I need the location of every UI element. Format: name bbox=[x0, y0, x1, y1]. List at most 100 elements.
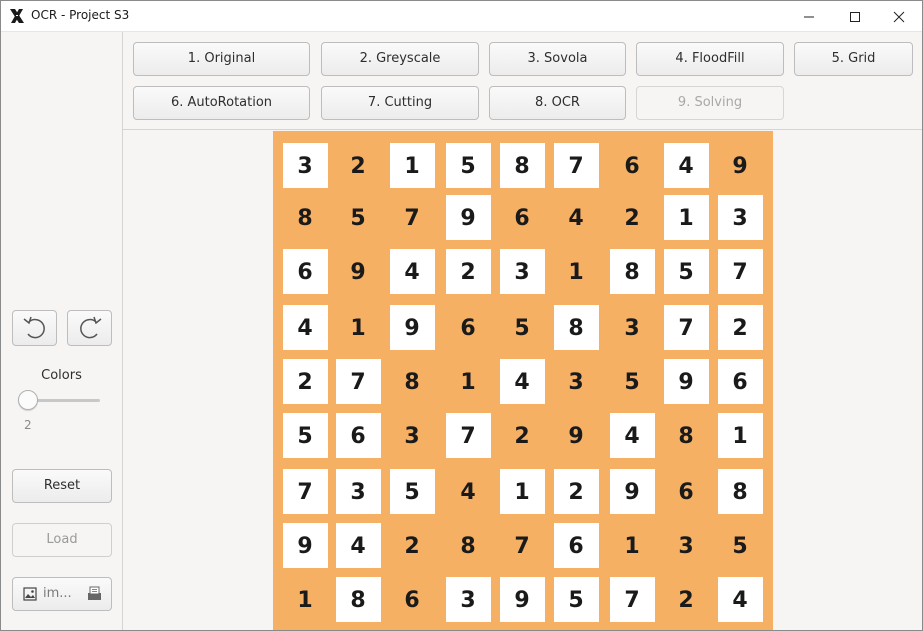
sudoku-digit: 5 bbox=[514, 315, 530, 341]
title-bar: OCR - Project S3 bbox=[1, 1, 922, 32]
sudoku-digit: 9 bbox=[297, 533, 313, 559]
close-icon bbox=[893, 11, 905, 22]
sudoku-cell-r8c8: 3 bbox=[659, 519, 713, 573]
sudoku-cell-r3c8: 5 bbox=[659, 245, 713, 299]
sudoku-digit: 8 bbox=[732, 479, 748, 505]
sudoku-digit: 6 bbox=[297, 259, 313, 285]
step-9-solving-button[interactable]: 9. Solving bbox=[636, 86, 784, 120]
sudoku-cell-r2c8: 1 bbox=[659, 191, 713, 245]
sudoku-digit: 7 bbox=[732, 259, 748, 285]
sudoku-cell-r9c2: 8 bbox=[331, 573, 385, 627]
sudoku-digit: 7 bbox=[624, 587, 640, 613]
sudoku-digit: 3 bbox=[624, 315, 640, 341]
sudoku-digit: 4 bbox=[678, 153, 694, 179]
sudoku-digit: 9 bbox=[350, 259, 366, 285]
reset-button[interactable]: Reset bbox=[12, 469, 112, 503]
sudoku-cell-r5c9: 6 bbox=[713, 355, 767, 409]
sudoku-cell-r7c6: 2 bbox=[549, 465, 603, 519]
sidebar: Colors 2 Reset Load im... bbox=[1, 32, 123, 630]
sudoku-digit: 5 bbox=[297, 423, 313, 449]
sudoku-cell-r8c2: 4 bbox=[331, 519, 385, 573]
sudoku-digit: 5 bbox=[624, 369, 640, 395]
sudoku-cell-r1c6: 7 bbox=[549, 139, 603, 193]
sudoku-digit: 5 bbox=[350, 205, 366, 231]
sudoku-digit: 4 bbox=[514, 369, 530, 395]
sudoku-cell-r9c6: 5 bbox=[549, 573, 603, 627]
sudoku-digit: 9 bbox=[514, 587, 530, 613]
step-3-sovola-button[interactable]: 3. Sovola bbox=[489, 42, 626, 76]
sudoku-digit: 1 bbox=[732, 423, 748, 449]
sudoku-digit: 4 bbox=[624, 423, 640, 449]
sudoku-cell-r9c5: 9 bbox=[495, 573, 549, 627]
sudoku-digit: 2 bbox=[678, 587, 694, 613]
colors-slider-handle[interactable] bbox=[18, 390, 38, 410]
step-2-greyscale-button[interactable]: 2. Greyscale bbox=[321, 42, 479, 76]
x-logo-icon bbox=[10, 9, 24, 23]
sudoku-digit: 4 bbox=[350, 533, 366, 559]
file-chooser-button[interactable]: im... bbox=[12, 577, 112, 611]
sudoku-digit: 1 bbox=[568, 259, 584, 285]
sudoku-cell-r9c7: 7 bbox=[605, 573, 659, 627]
window-title: OCR - Project S3 bbox=[31, 8, 130, 22]
sudoku-digit: 1 bbox=[514, 479, 530, 505]
rotate-left-button[interactable] bbox=[12, 310, 57, 346]
sudoku-cell-r3c5: 3 bbox=[495, 245, 549, 299]
step-8-ocr-button[interactable]: 8. OCR bbox=[489, 86, 626, 120]
step-7-cutting-button[interactable]: 7. Cutting bbox=[321, 86, 479, 120]
sudoku-cell-r1c1: 3 bbox=[278, 139, 332, 193]
sudoku-digit: 6 bbox=[732, 369, 748, 395]
app-window: OCR - Project S3 Colors 2 Reset Load im.… bbox=[0, 0, 923, 631]
sudoku-cell-r6c1: 5 bbox=[278, 409, 332, 463]
sudoku-digit: 2 bbox=[297, 369, 313, 395]
sudoku-cell-r3c1: 6 bbox=[278, 245, 332, 299]
sudoku-digit: 1 bbox=[404, 153, 420, 179]
sudoku-cell-r8c5: 7 bbox=[495, 519, 549, 573]
sudoku-cell-r7c1: 7 bbox=[278, 465, 332, 519]
sudoku-digit: 6 bbox=[568, 533, 584, 559]
sudoku-digit: 2 bbox=[404, 533, 420, 559]
sudoku-digit: 3 bbox=[514, 259, 530, 285]
sudoku-cell-r7c9: 8 bbox=[713, 465, 767, 519]
sudoku-digit: 4 bbox=[568, 205, 584, 231]
step-6-autorotation-button[interactable]: 6. AutoRotation bbox=[133, 86, 310, 120]
rotate-right-icon bbox=[79, 316, 101, 339]
sudoku-cell-r7c3: 5 bbox=[385, 465, 439, 519]
sudoku-digit: 8 bbox=[460, 533, 476, 559]
sudoku-digit: 2 bbox=[350, 153, 366, 179]
maximize-button[interactable] bbox=[832, 1, 878, 32]
open-file-icon bbox=[88, 586, 101, 600]
sudoku-digit: 6 bbox=[624, 153, 640, 179]
sudoku-cell-r3c3: 4 bbox=[385, 245, 439, 299]
sudoku-cell-r8c9: 5 bbox=[713, 519, 767, 573]
sudoku-digit: 7 bbox=[568, 153, 584, 179]
sudoku-digit: 4 bbox=[460, 479, 476, 505]
minimize-button[interactable] bbox=[786, 1, 832, 32]
image-icon bbox=[23, 587, 37, 601]
sudoku-digit: 2 bbox=[732, 315, 748, 341]
sudoku-cell-r8c3: 2 bbox=[385, 519, 439, 573]
sudoku-cell-r6c4: 7 bbox=[441, 409, 495, 463]
sudoku-digit: 7 bbox=[297, 479, 313, 505]
sudoku-digit: 3 bbox=[297, 153, 313, 179]
close-button[interactable] bbox=[876, 1, 922, 32]
sudoku-digit: 6 bbox=[350, 423, 366, 449]
sudoku-digit: 4 bbox=[732, 587, 748, 613]
minimize-icon bbox=[804, 16, 814, 17]
step-4-floodfill-button[interactable]: 4. FloodFill bbox=[636, 42, 784, 76]
sudoku-digit: 8 bbox=[568, 315, 584, 341]
load-button[interactable]: Load bbox=[12, 523, 112, 557]
sudoku-cell-r1c2: 2 bbox=[331, 139, 385, 193]
rotate-right-button[interactable] bbox=[67, 310, 112, 346]
image-view: 3 2 1 5 8 7 6 4 9 8 5 7 9 6 4 2 1 3 6 9 4 2 3 1 8 5 7 4 1 9 6 5 8 3 7 2 2 7 8 1… bbox=[123, 131, 922, 630]
sudoku-cell-r5c2: 7 bbox=[331, 355, 385, 409]
sudoku-cell-r7c7: 9 bbox=[605, 465, 659, 519]
sudoku-cell-r1c8: 4 bbox=[659, 139, 713, 193]
step-5-grid-button[interactable]: 5. Grid bbox=[794, 42, 913, 76]
sudoku-digit: 8 bbox=[297, 205, 313, 231]
sudoku-cell-r9c3: 6 bbox=[385, 573, 439, 627]
sudoku-cell-r3c6: 1 bbox=[549, 245, 603, 299]
sudoku-cell-r9c8: 2 bbox=[659, 573, 713, 627]
sudoku-cell-r2c3: 7 bbox=[385, 191, 439, 245]
sudoku-cell-r7c5: 1 bbox=[495, 465, 549, 519]
step-1-original-button[interactable]: 1. Original bbox=[133, 42, 310, 76]
